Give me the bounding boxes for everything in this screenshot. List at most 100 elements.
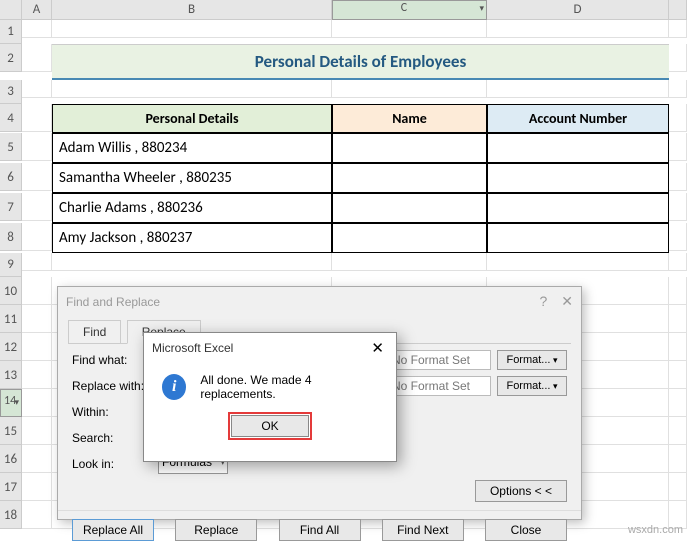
row-18[interactable]: 18 [0, 501, 22, 529]
row-15[interactable]: 15 [0, 417, 22, 445]
lookin-label: Look in: [72, 457, 152, 471]
cell-edge7 [669, 193, 687, 221]
help-icon[interactable]: ? [539, 293, 547, 310]
alert-message: All done. We made 4 replacements. [200, 373, 378, 401]
options-button[interactable]: Options < < [475, 480, 567, 502]
cell-D9[interactable] [487, 253, 669, 271]
cell-edge13 [669, 361, 687, 389]
cell-B9[interactable] [52, 253, 332, 271]
cell-C9[interactable] [332, 253, 487, 271]
cell-C8[interactable] [332, 223, 487, 253]
watermark: wsxdn.com [628, 524, 683, 536]
cell-C7[interactable] [332, 193, 487, 223]
close-icon[interactable]: ✕ [561, 293, 573, 310]
header-personal[interactable]: Personal Details [52, 104, 332, 133]
alert-close-icon[interactable]: ✕ [367, 339, 388, 357]
cell-B3[interactable] [52, 80, 332, 98]
cell-D1[interactable] [487, 20, 669, 38]
cell-C3[interactable] [332, 80, 487, 98]
cell-B1[interactable] [52, 20, 332, 38]
cell-D6[interactable] [487, 163, 669, 193]
row-6[interactable]: 6 [0, 163, 22, 191]
row-9[interactable]: 9 [0, 253, 22, 277]
cell-edge12 [669, 333, 687, 361]
replace-button[interactable]: Replace [175, 519, 257, 541]
select-all-corner[interactable] [0, 0, 22, 20]
replace-with-label: Replace with: [72, 379, 152, 393]
cell-C1[interactable] [332, 20, 487, 38]
cell-A9[interactable] [22, 253, 52, 271]
find-next-button[interactable]: Find Next [382, 519, 464, 541]
close-button[interactable]: Close [485, 519, 567, 541]
cell-A12[interactable] [22, 333, 52, 361]
cell-edge15 [669, 417, 687, 445]
replace-all-button[interactable]: Replace All [72, 519, 154, 541]
cell-B6[interactable]: Samantha Wheeler , 880235 [52, 163, 332, 193]
header-account[interactable]: Account Number [487, 104, 669, 133]
row-14[interactable]: 14 [0, 389, 22, 417]
cell-B5[interactable]: Adam Willis , 880234 [52, 133, 332, 163]
cell-A5[interactable] [22, 133, 52, 161]
cell-A4[interactable] [22, 104, 52, 132]
find-format-button[interactable]: Format... [497, 350, 567, 370]
info-icon: i [162, 374, 186, 400]
row-3[interactable]: 3 [0, 80, 22, 104]
header-name[interactable]: Name [332, 104, 487, 133]
row-4[interactable]: 4 [0, 104, 22, 132]
cell-A13[interactable] [22, 361, 52, 389]
dialog-title: Find and Replace [66, 295, 160, 309]
cell-C5[interactable] [332, 133, 487, 163]
cell-A10[interactable] [22, 277, 52, 305]
cell-D7[interactable] [487, 193, 669, 223]
cell-B8[interactable]: Amy Jackson , 880237 [52, 223, 332, 253]
tab-find[interactable]: Find [68, 320, 121, 343]
alert-title: Microsoft Excel [152, 341, 233, 355]
cell-A2[interactable] [22, 44, 52, 72]
cell-D5[interactable] [487, 133, 669, 163]
row-7[interactable]: 7 [0, 193, 22, 221]
row-8[interactable]: 8 [0, 223, 22, 251]
cell-A11[interactable] [22, 305, 52, 333]
cell-edge11 [669, 305, 687, 333]
row-10[interactable]: 10 [0, 277, 22, 305]
row-12[interactable]: 12 [0, 333, 22, 361]
replace-format-button[interactable]: Format... [497, 376, 567, 396]
alert-dialog: Microsoft Excel ✕ i All done. We made 4 … [143, 332, 397, 462]
cell-edge9 [669, 253, 687, 271]
cell-A14[interactable] [22, 389, 52, 417]
col-D[interactable]: D [487, 0, 669, 20]
cell-A17[interactable] [22, 473, 52, 501]
cell-A7[interactable] [22, 193, 52, 221]
cell-C6[interactable] [332, 163, 487, 193]
cell-B7[interactable]: Charlie Adams , 880236 [52, 193, 332, 223]
cell-edge6 [669, 163, 687, 191]
row-1[interactable]: 1 [0, 20, 22, 44]
row-2[interactable]: 2 [0, 44, 22, 72]
row-5[interactable]: 5 [0, 133, 22, 161]
cell-A3[interactable] [22, 80, 52, 98]
cell-A18[interactable] [22, 501, 52, 529]
cell-D3[interactable] [487, 80, 669, 98]
cell-A16[interactable] [22, 445, 52, 473]
col-edge [669, 0, 687, 20]
col-C[interactable]: C [332, 0, 487, 20]
col-A[interactable]: A [22, 0, 52, 20]
cell-edge1 [669, 20, 687, 38]
row-11[interactable]: 11 [0, 305, 22, 333]
cell-edge2 [669, 44, 687, 72]
cell-edge5 [669, 133, 687, 161]
row-13[interactable]: 13 [0, 361, 22, 389]
cell-A1[interactable] [22, 20, 52, 38]
col-B[interactable]: B [52, 0, 332, 20]
row-16[interactable]: 16 [0, 445, 22, 473]
find-all-button[interactable]: Find All [279, 519, 361, 541]
ok-button[interactable]: OK [231, 415, 309, 437]
row-17[interactable]: 17 [0, 473, 22, 501]
within-label: Within: [72, 405, 152, 419]
find-what-label: Find what: [72, 353, 152, 367]
cell-A15[interactable] [22, 417, 52, 445]
page-title: Personal Details of Employees [52, 44, 669, 80]
cell-A8[interactable] [22, 223, 52, 251]
cell-D8[interactable] [487, 223, 669, 253]
cell-A6[interactable] [22, 163, 52, 191]
